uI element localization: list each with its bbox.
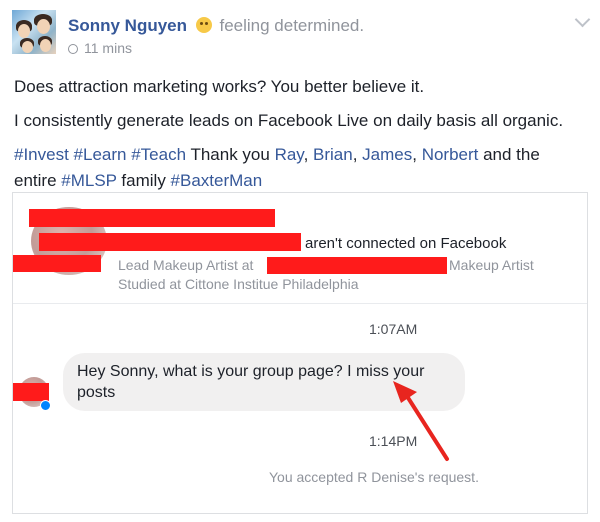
messenger-badge-icon [40, 400, 51, 411]
messenger-screenshot-card[interactable]: aren't connected on Facebook Lead Makeup… [12, 192, 588, 514]
tag-norbert[interactable]: Norbert [422, 145, 479, 164]
message-timestamp: 1:14PM [369, 433, 418, 449]
message-bubble[interactable]: Hey Sonny, what is your group page? I mi… [63, 353, 465, 411]
card-divider [13, 303, 587, 304]
feeling-status: feeling determined. [219, 16, 365, 35]
hashtag-baxterman[interactable]: #BaxterMan [171, 171, 263, 190]
hashtag-teach[interactable]: #Teach [131, 145, 186, 164]
redaction-bar [39, 233, 301, 251]
separator: , [352, 145, 363, 164]
globe-icon [68, 44, 78, 54]
request-accepted-notice: You accepted R Denise's request. [269, 469, 479, 485]
post-paragraph-2: I consistently generate leads on Faceboo… [14, 111, 564, 130]
post-body: Does attraction marketing works? You bet… [14, 74, 586, 202]
tag-brian[interactable]: Brian [313, 145, 353, 164]
message-timestamp: 1:07AM [369, 321, 418, 337]
post-options-chevron-icon[interactable] [574, 11, 591, 28]
post-paragraph-3: #Invest #Learn #Teach Thank you Ray, Bri… [14, 142, 586, 194]
hashtag-learn[interactable]: #Learn [74, 145, 127, 164]
author-avatar[interactable] [12, 10, 56, 54]
hashtag-invest[interactable]: #Invest [14, 145, 69, 164]
redaction-bar [13, 383, 49, 401]
not-connected-notice: aren't connected on Facebook [305, 235, 507, 252]
redaction-bar [13, 255, 101, 272]
contact-job-title: Lead Makeup Artist at [118, 257, 254, 273]
thank-you-text: Thank you [186, 145, 275, 164]
facebook-post: Sonny Nguyen feeling determined. 11 mins… [0, 0, 600, 522]
contact-employer-suffix: Makeup Artist [449, 257, 534, 273]
tag-ray[interactable]: Ray [275, 145, 304, 164]
redaction-bar [267, 257, 447, 274]
tag-james[interactable]: James [362, 145, 412, 164]
determined-emoji-icon [195, 17, 212, 33]
family-text: family [116, 171, 171, 190]
post-timestamp[interactable]: 11 mins [68, 40, 132, 56]
redaction-bar [29, 209, 275, 227]
hashtag-mlsp[interactable]: #MLSP [61, 171, 116, 190]
separator: , [412, 145, 422, 164]
post-header: Sonny Nguyen feeling determined. [68, 16, 364, 36]
contact-education: Studied at Cittone Institue Philadelphia [118, 276, 359, 292]
post-paragraph-1: Does attraction marketing works? You bet… [14, 77, 425, 96]
separator: , [303, 145, 314, 164]
post-time-label: 11 mins [84, 40, 132, 56]
author-name[interactable]: Sonny Nguyen [68, 16, 187, 35]
message-text: Hey Sonny, what is your group page? I mi… [77, 363, 425, 401]
